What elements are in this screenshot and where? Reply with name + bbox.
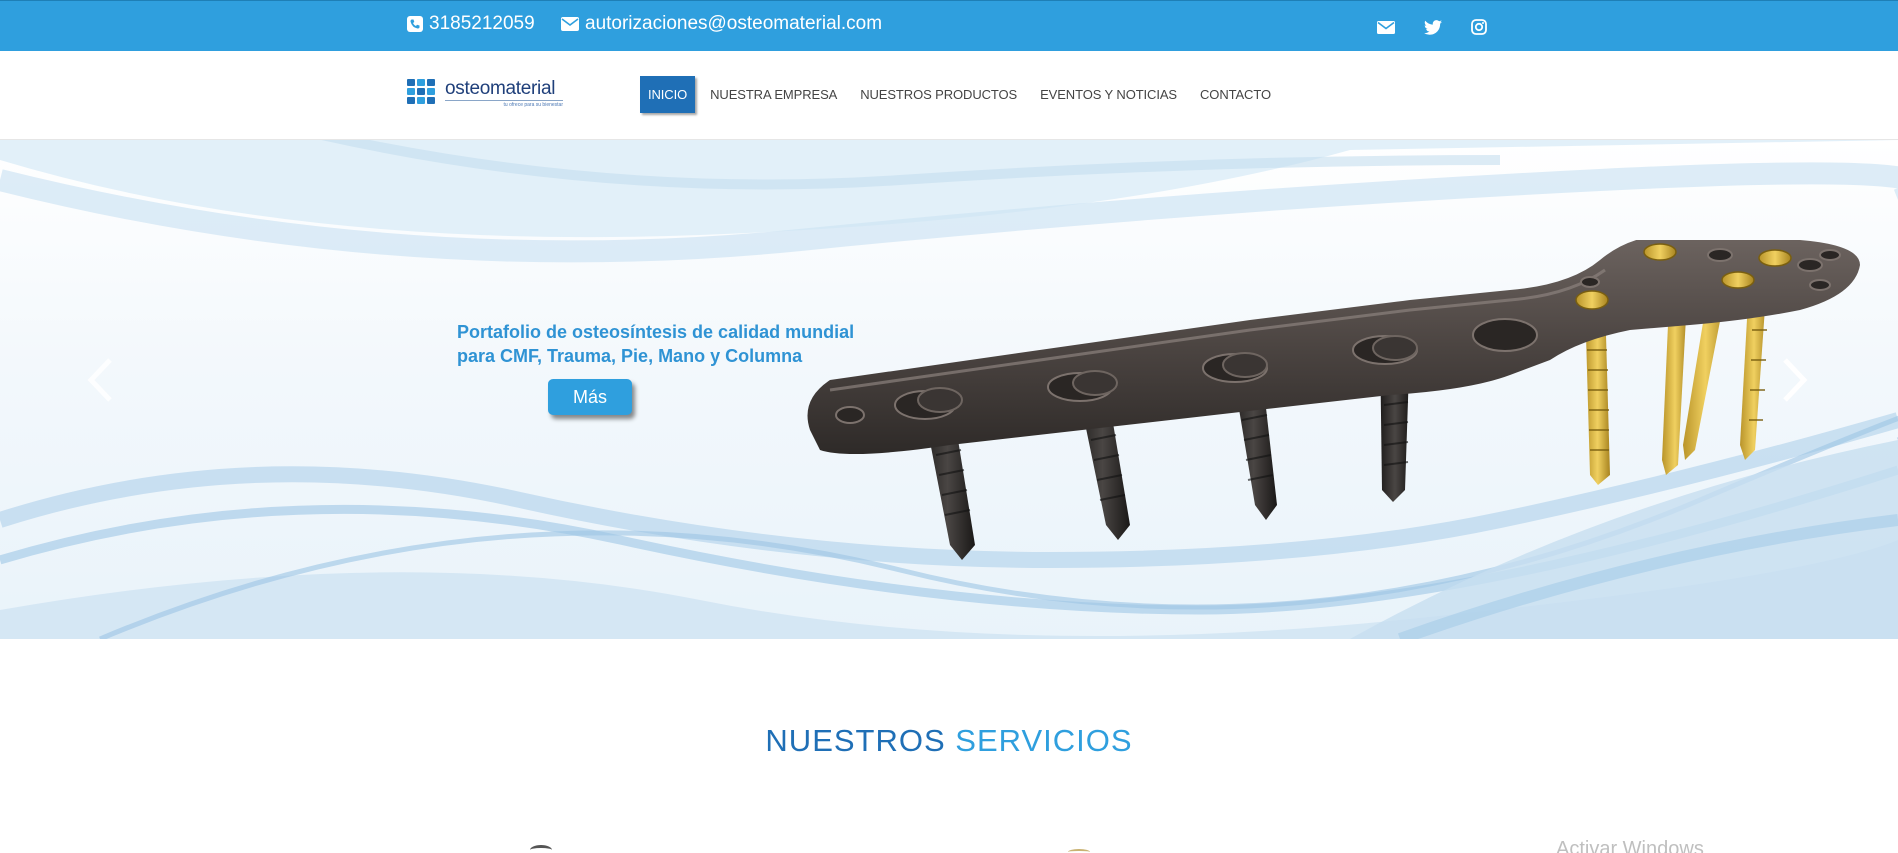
social-twitter-link[interactable] (1422, 16, 1444, 38)
chevron-left-icon (87, 358, 112, 402)
social-instagram-link[interactable] (1468, 16, 1490, 38)
phone-contact[interactable]: 3185212059 (407, 13, 535, 35)
envelope-icon (1377, 20, 1395, 34)
email-address: autorizaciones@osteomaterial.com (585, 13, 883, 34)
service-image-1 (530, 845, 552, 853)
nav-item-nuestros-productos[interactable]: NUESTROS PRODUCTOS (852, 76, 1025, 113)
nav-item-eventos-y-noticias[interactable]: EVENTOS Y NOTICIAS (1032, 76, 1185, 113)
phone-icon (407, 16, 423, 32)
services-title-word1: NUESTROS (765, 723, 946, 758)
hero-heading-line1: Portafolio de osteosíntesis de calidad m… (457, 322, 855, 342)
hero-heading: Portafolio de osteosíntesis de calidad m… (457, 320, 877, 368)
services-title-word2: SERVICIOS (955, 723, 1133, 758)
chevron-right-icon (1783, 358, 1808, 402)
nav-item-nuestra-empresa[interactable]: NUESTRA EMPRESA (702, 76, 845, 113)
bone-plate-image (807, 240, 1860, 560)
social-email-link[interactable] (1375, 16, 1397, 38)
main-menu: INICIO NUESTRA EMPRESA NUESTROS PRODUCTO… (640, 76, 1286, 113)
top-contact-bar: 3185212059 autorizaciones@osteomaterial.… (0, 0, 1898, 51)
logo-name: osteomaterial (445, 78, 556, 99)
logo-mark-icon (407, 79, 435, 104)
services-section-title: NUESTROS SERVICIOS (0, 723, 1898, 759)
main-navbar: osteomaterial tu ofrece para su bienesta… (0, 51, 1898, 140)
phone-number: 3185212059 (429, 13, 535, 34)
email-contact[interactable]: autorizaciones@osteomaterial.com (561, 13, 882, 35)
site-logo[interactable]: osteomaterial tu ofrece para su bienesta… (407, 79, 563, 108)
service-image-2 (1068, 849, 1090, 853)
slider-next-arrow[interactable] (1775, 350, 1815, 410)
nav-item-inicio[interactable]: INICIO (640, 76, 696, 113)
hero-heading-line2: para CMF, Trauma, Pie, Mano y Columna (457, 346, 803, 366)
nav-item-contacto[interactable]: CONTACTO (1192, 76, 1279, 113)
logo-tagline: tu ofrece para su bienestar (503, 102, 563, 108)
instagram-icon (1471, 19, 1487, 35)
hero-slider: Portafolio de osteosíntesis de calidad m… (0, 140, 1898, 639)
twitter-icon (1424, 19, 1442, 35)
windows-activation-watermark: Activar Windows (1556, 838, 1704, 853)
slider-prev-arrow[interactable] (80, 350, 120, 410)
hero-more-button[interactable]: Más (548, 379, 632, 415)
envelope-icon (561, 17, 579, 31)
